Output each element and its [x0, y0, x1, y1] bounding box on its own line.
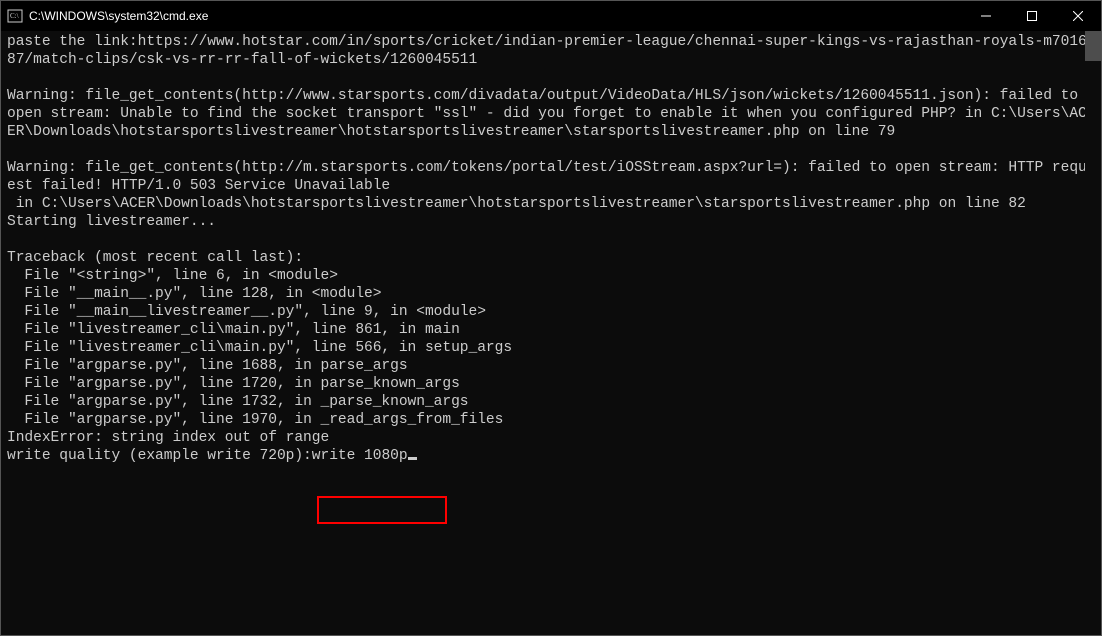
terminal-output[interactable]: paste the link:https://www.hotstar.com/i…	[1, 31, 1101, 635]
cmd-icon: C:\	[7, 8, 23, 24]
titlebar-left: C:\ C:\WINDOWS\system32\cmd.exe	[1, 8, 208, 24]
cmd-window: C:\ C:\WINDOWS\system32\cmd.exe paste th…	[0, 0, 1102, 636]
window-title: C:\WINDOWS\system32\cmd.exe	[29, 9, 208, 23]
titlebar[interactable]: C:\ C:\WINDOWS\system32\cmd.exe	[1, 1, 1101, 31]
text-cursor	[408, 457, 417, 460]
close-button[interactable]	[1055, 1, 1101, 31]
quality-prompt: write quality (example write 720p):	[7, 448, 312, 464]
svg-text:C:\: C:\	[10, 12, 19, 20]
minimize-button[interactable]	[963, 1, 1009, 31]
scrollbar-track[interactable]	[1085, 31, 1101, 635]
scrollbar-thumb[interactable]	[1085, 31, 1101, 61]
titlebar-buttons	[963, 1, 1101, 31]
maximize-button[interactable]	[1009, 1, 1055, 31]
quality-input[interactable]: write 1080p	[312, 448, 408, 464]
